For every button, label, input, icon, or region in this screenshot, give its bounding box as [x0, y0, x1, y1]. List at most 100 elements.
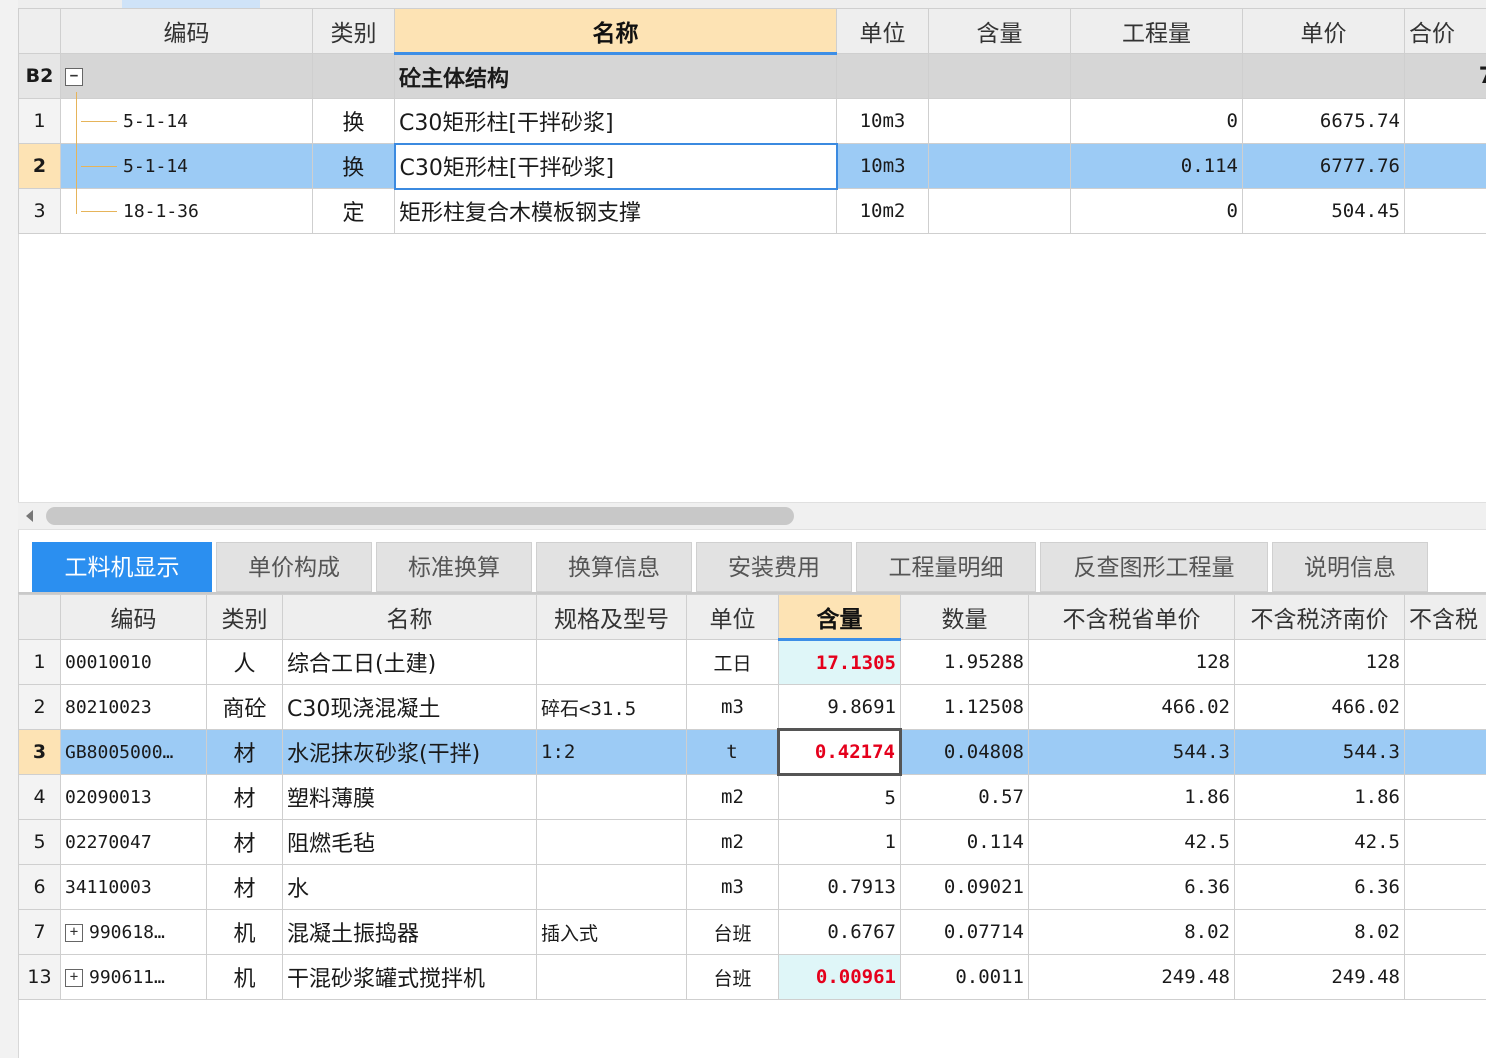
material-unit[interactable]: 台班	[686, 909, 779, 955]
lower-header-provincial-price[interactable]: 不含税省单价	[1028, 594, 1235, 640]
material-content[interactable]: 1	[778, 819, 901, 865]
upper-header-content[interactable]: 含量	[928, 8, 1071, 54]
lower-header-jinan-price[interactable]: 不含税济南价	[1234, 594, 1405, 640]
material-provincial-price[interactable]: 8.02	[1028, 909, 1235, 955]
lower-header-type[interactable]: 类别	[206, 594, 283, 640]
material-content[interactable]: 0.6767	[778, 909, 901, 955]
material-amount[interactable]: 0.07714	[900, 909, 1029, 955]
material-unit[interactable]: m3	[686, 864, 779, 910]
row-content[interactable]	[928, 98, 1071, 144]
group-price-cell[interactable]	[1242, 53, 1405, 99]
material-name[interactable]: 干混砂浆罐式搅拌机	[282, 954, 537, 1000]
material-jinan-price[interactable]: 128	[1234, 639, 1405, 685]
row-name[interactable]: C30矩形柱[干拌砂浆]	[394, 98, 837, 144]
material-type[interactable]: 机	[206, 954, 283, 1000]
lower-header-name[interactable]: 名称	[282, 594, 537, 640]
group-qty-cell[interactable]	[1070, 53, 1243, 99]
group-total-cell[interactable]: 7	[1404, 53, 1486, 99]
material-code[interactable]: 00010010	[60, 639, 207, 685]
material-code[interactable]: 02090013	[60, 774, 207, 820]
material-content[interactable]: 17.1305	[778, 639, 901, 685]
material-amount[interactable]: 0.114	[900, 819, 1029, 865]
material-row[interactable]: 7 +990618… 机混凝土振捣器 插入式 台班 0.6767 0.07714 8.02 8.…	[18, 909, 1486, 955]
material-unit[interactable]: 台班	[686, 954, 779, 1000]
material-content[interactable]: 0.42174	[777, 728, 902, 776]
tab-labor-material-machine[interactable]: 工料机显示	[32, 542, 212, 592]
material-content[interactable]: 5	[778, 774, 901, 820]
material-type[interactable]: 材	[206, 819, 283, 865]
material-type[interactable]: 人	[206, 639, 283, 685]
material-provincial-price[interactable]: 544.3	[1028, 729, 1235, 775]
material-provincial-price[interactable]: 6.36	[1028, 864, 1235, 910]
row-name-active-cell[interactable]: C30矩形柱[干拌砂浆]	[393, 142, 838, 190]
lower-header-unit[interactable]: 单位	[686, 594, 779, 640]
material-content[interactable]: 0.00961	[778, 954, 901, 1000]
material-amount[interactable]: 0.04808	[900, 729, 1029, 775]
material-jinan-price[interactable]: 1.86	[1234, 774, 1405, 820]
material-code[interactable]: 34110003	[60, 864, 207, 910]
material-amount[interactable]: 1.95288	[900, 639, 1029, 685]
scrollbar-thumb[interactable]	[46, 507, 794, 525]
material-type[interactable]: 材	[206, 729, 283, 775]
expand-icon[interactable]: +	[65, 968, 83, 987]
material-name[interactable]: 综合工日(土建)	[282, 639, 537, 685]
upper-row[interactable]: 1 5-1-14 换 C30矩形柱[干拌砂浆] 10m3 0 6675.74	[18, 98, 1486, 144]
material-type[interactable]: 商砼	[206, 684, 283, 730]
material-provincial-price[interactable]: 249.48	[1028, 954, 1235, 1000]
row-code[interactable]: 5-1-14	[60, 143, 313, 189]
upper-group-row[interactable]: B2 − 砼主体结构 7	[18, 53, 1486, 99]
material-extra[interactable]	[1404, 864, 1486, 910]
material-unit[interactable]: m2	[686, 819, 779, 865]
material-name[interactable]: 塑料薄膜	[282, 774, 537, 820]
scroll-left-arrow-icon[interactable]	[26, 510, 33, 522]
group-type-cell[interactable]	[312, 53, 395, 99]
row-content[interactable]	[928, 143, 1071, 189]
material-amount[interactable]: 0.09021	[900, 864, 1029, 910]
tab-description-info[interactable]: 说明信息	[1272, 542, 1428, 592]
material-spec[interactable]	[536, 819, 687, 865]
row-price[interactable]: 6675.74	[1242, 98, 1405, 144]
row-number[interactable]: 1	[18, 98, 61, 144]
upper-header-price[interactable]: 单价	[1242, 8, 1405, 54]
material-jinan-price[interactable]: 466.02	[1234, 684, 1405, 730]
material-provincial-price[interactable]: 466.02	[1028, 684, 1235, 730]
tab-standard-conversion[interactable]: 标准换算	[376, 542, 532, 592]
material-unit[interactable]: 工日	[686, 639, 779, 685]
lower-header-amount[interactable]: 数量	[900, 594, 1029, 640]
horizontal-scrollbar[interactable]	[18, 502, 1486, 530]
material-spec[interactable]	[536, 954, 687, 1000]
row-unit[interactable]: 10m3	[836, 98, 929, 144]
tab-conversion-info[interactable]: 换算信息	[536, 542, 692, 592]
material-extra[interactable]	[1404, 909, 1486, 955]
material-spec[interactable]	[536, 639, 687, 685]
material-jinan-price[interactable]: 8.02	[1234, 909, 1405, 955]
tab-reverse-graphic-quantity[interactable]: 反查图形工程量	[1040, 542, 1268, 592]
material-unit[interactable]: m3	[686, 684, 779, 730]
row-number[interactable]: 13	[18, 954, 61, 1000]
group-content-cell[interactable]	[928, 53, 1071, 99]
tab-installation-fee[interactable]: 安装费用	[696, 542, 852, 592]
material-row[interactable]: 4 02090013 材塑料薄膜 m2 5 0.57 1.86 1.86	[18, 774, 1486, 820]
row-number[interactable]: 7	[18, 909, 61, 955]
material-amount[interactable]: 0.57	[900, 774, 1029, 820]
material-name[interactable]: C30现浇混凝土	[282, 684, 537, 730]
material-extra[interactable]	[1404, 819, 1486, 865]
row-type[interactable]: 换	[312, 98, 395, 144]
collapse-icon[interactable]: −	[65, 67, 83, 86]
material-row[interactable]: 5 02270047 材阻燃毛毡 m2 1 0.114 42.5 42.5	[18, 819, 1486, 865]
row-qty[interactable]: 0	[1070, 188, 1243, 234]
material-name[interactable]: 水	[282, 864, 537, 910]
material-jinan-price[interactable]: 544.3	[1234, 729, 1405, 775]
row-number[interactable]: 5	[18, 819, 61, 865]
material-jinan-price[interactable]: 6.36	[1234, 864, 1405, 910]
group-code-cell[interactable]: −	[60, 53, 313, 99]
top-tab-active-indicator[interactable]	[122, 0, 260, 8]
material-provincial-price[interactable]: 42.5	[1028, 819, 1235, 865]
material-extra[interactable]	[1404, 684, 1486, 730]
upper-header-total[interactable]: 合价	[1404, 8, 1486, 54]
material-provincial-price[interactable]: 128	[1028, 639, 1235, 685]
material-type[interactable]: 材	[206, 774, 283, 820]
material-spec[interactable]	[536, 864, 687, 910]
row-total[interactable]	[1404, 188, 1486, 234]
material-code[interactable]: +990618…	[60, 909, 207, 955]
